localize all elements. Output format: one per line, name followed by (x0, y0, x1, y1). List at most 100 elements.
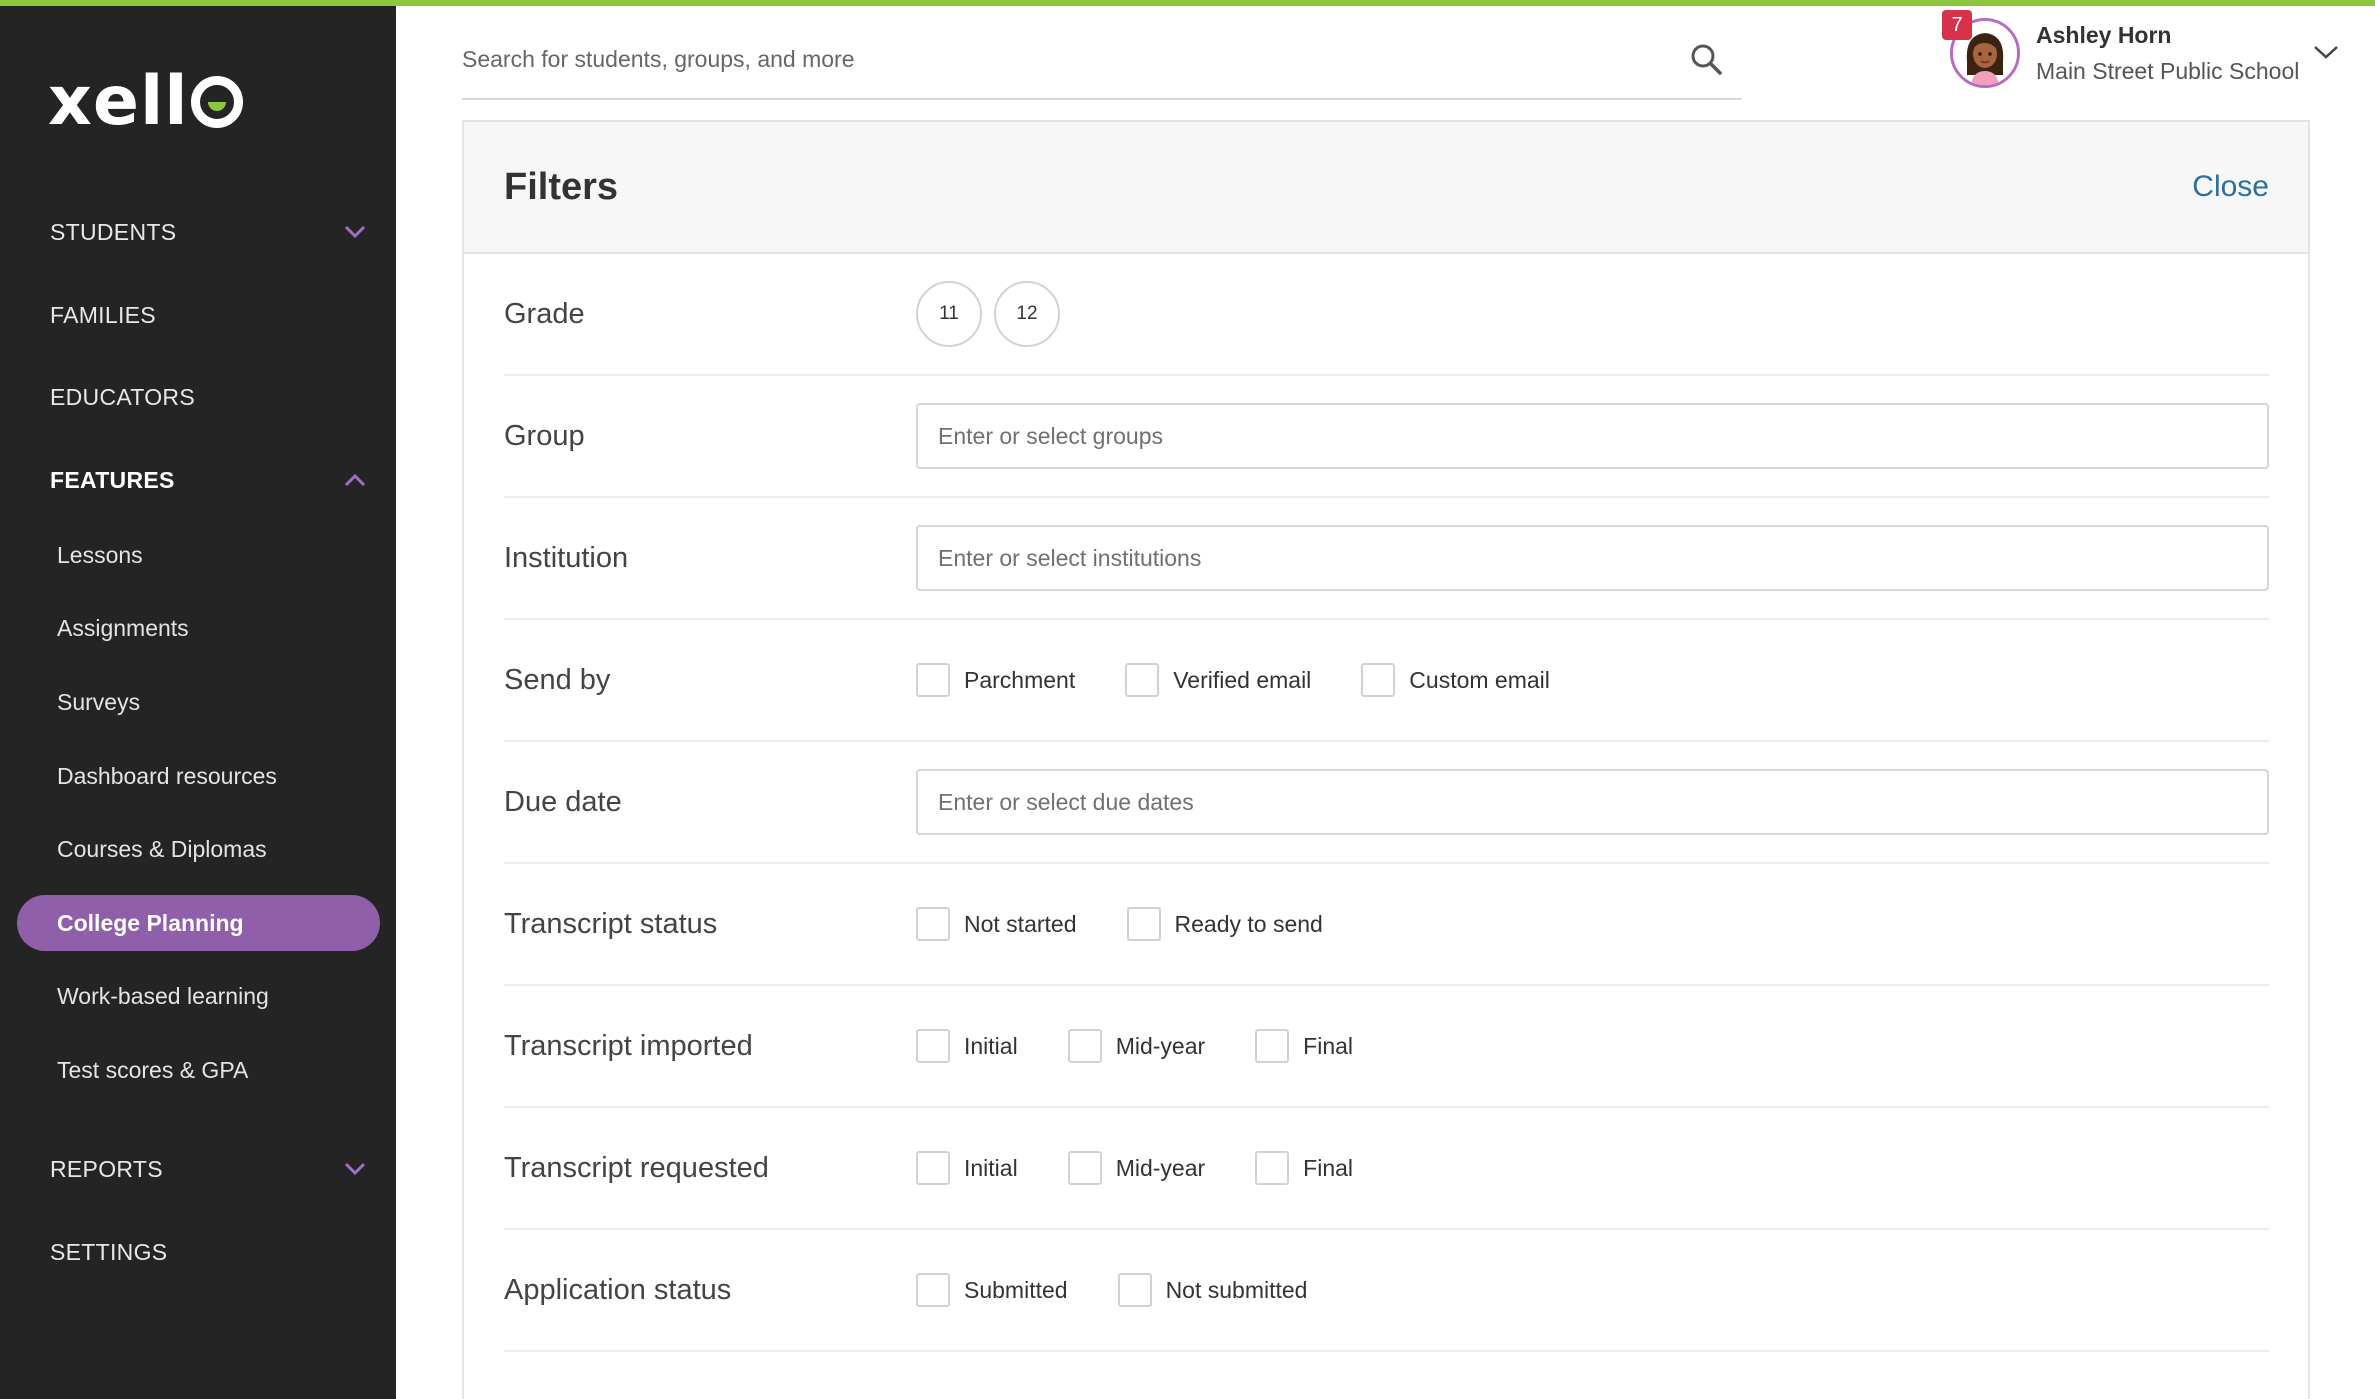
sidebar-item-lessons[interactable]: Lessons (17, 527, 380, 583)
checkbox-label: Not submitted (1165, 1276, 1308, 1303)
sidebar-item-label: Assignments (57, 614, 189, 641)
logo-o-icon (190, 76, 243, 128)
nav-settings-label: SETTINGS (50, 1238, 168, 1265)
notification-badge[interactable]: 7 (1942, 10, 1972, 40)
checkbox-box[interactable] (1117, 1273, 1152, 1307)
checkbox-not-submitted[interactable]: Not submitted (1117, 1273, 1308, 1307)
checkbox-box[interactable] (916, 1273, 950, 1307)
filter-label: Due date (504, 785, 622, 818)
filter-label: Group (504, 419, 585, 452)
sidebar-item-work-based-learning[interactable]: Work-based learning (17, 968, 380, 1024)
checkbox-imported-initial[interactable]: Initial (916, 1029, 1018, 1063)
sidebar-item-surveys[interactable]: Surveys (17, 674, 380, 730)
filter-label: Transcript requested (504, 1151, 769, 1184)
filter-label: Transcript imported (504, 1029, 753, 1062)
top-accent-bar (0, 0, 2375, 6)
filter-row-transcript-requested: Transcript requested Initial Mid-year Fi… (504, 1108, 2269, 1230)
institution-select (916, 525, 2269, 591)
sidebar-item-college-planning[interactable]: College Planning (17, 895, 380, 951)
nav-students-label: STUDENTS (50, 218, 177, 245)
sidebar-item-label: Dashboard resources (57, 762, 277, 789)
filters-title: Filters (504, 165, 619, 208)
close-button[interactable]: Close (2192, 170, 2269, 204)
checkbox-imported-final[interactable]: Final (1255, 1029, 1353, 1063)
checkbox-label: Parchment (964, 666, 1076, 693)
checkbox-box[interactable] (1067, 1151, 1102, 1185)
nav-students[interactable]: STUDENTS (50, 212, 366, 252)
nav-families-label: FAMILIES (50, 301, 156, 328)
checkbox-parchment[interactable]: Parchment (916, 663, 1075, 697)
checkbox-requested-mid-year[interactable]: Mid-year (1067, 1151, 1206, 1185)
checkbox-requested-initial[interactable]: Initial (916, 1151, 1018, 1185)
checkbox-submitted[interactable]: Submitted (916, 1273, 1068, 1307)
chevron-down-icon[interactable] (2312, 42, 2340, 62)
filter-label: Institution (504, 541, 629, 574)
checkbox-label: Verified email (1173, 666, 1312, 693)
checkbox-box[interactable] (1361, 663, 1396, 697)
checkbox-box[interactable] (916, 1151, 950, 1185)
checkbox-box[interactable] (916, 907, 950, 941)
checkbox-custom-email[interactable]: Custom email (1361, 663, 1550, 697)
checkbox-box[interactable] (1255, 1151, 1290, 1185)
filter-row-due-date: Due date (504, 742, 2269, 864)
checkbox-label: Initial (964, 1032, 1018, 1059)
checkbox-not-started[interactable]: Not started (916, 907, 1077, 941)
checkbox-box[interactable] (1125, 663, 1160, 697)
user-school: Main Street Public School (2036, 58, 2300, 84)
sidebar-item-label: Courses & Diplomas (57, 835, 267, 862)
checkbox-label: Custom email (1409, 666, 1550, 693)
checkbox-imported-mid-year[interactable]: Mid-year (1067, 1029, 1206, 1063)
checkbox-requested-final[interactable]: Final (1255, 1151, 1353, 1185)
sidebar: xell STUDENTS FAMILIES EDUCATORS FEATURE… (0, 0, 396, 1399)
user-name: Ashley Horn (2036, 22, 2172, 48)
sidebar-item-test-scores-gpa[interactable]: Test scores & GPA (17, 1042, 380, 1098)
checkbox-label: Not started (964, 910, 1077, 937)
nav-educators[interactable]: EDUCATORS (50, 377, 366, 417)
checkbox-label: Mid-year (1115, 1154, 1206, 1181)
global-search (462, 20, 1742, 100)
checkbox-box[interactable] (1067, 1029, 1102, 1063)
grade-option-12[interactable]: 12 (994, 281, 1060, 347)
filters-panel: Filters Close Grade 11 12 Group Institut… (462, 120, 2310, 1399)
sidebar-item-label: Lessons (57, 541, 143, 568)
checkbox-label: Final (1303, 1154, 1354, 1181)
chevron-up-icon (344, 469, 366, 491)
user-menu[interactable]: 7 Ashley Horn Main Street Public School (1942, 10, 2350, 90)
sidebar-item-label: College Planning (57, 909, 244, 936)
filter-row-transcript-status: Transcript status Not started Ready to s… (504, 864, 2269, 986)
sidebar-item-assignments[interactable]: Assignments (17, 600, 380, 656)
checkbox-ready-to-send[interactable]: Ready to send (1126, 907, 1323, 941)
filter-label: Send by (504, 663, 611, 696)
sidebar-item-label: Surveys (57, 688, 141, 715)
filter-row-send-by: Send by Parchment Verified email Custom … (504, 620, 2269, 742)
search-icon[interactable] (1688, 41, 1724, 77)
due-date-select (916, 769, 2269, 835)
filter-row-grade: Grade 11 12 (504, 254, 2269, 376)
checkbox-box[interactable] (1126, 907, 1161, 941)
checkbox-label: Final (1303, 1032, 1354, 1059)
checkbox-box[interactable] (916, 663, 950, 697)
search-input[interactable] (462, 29, 1688, 89)
checkbox-label: Initial (964, 1154, 1018, 1181)
sidebar-item-dashboard-resources[interactable]: Dashboard resources (17, 748, 380, 804)
nav-features[interactable]: FEATURES (50, 460, 366, 500)
nav-families[interactable]: FAMILIES (50, 295, 366, 335)
checkbox-box[interactable] (916, 1029, 950, 1063)
xello-logo[interactable]: xell (48, 62, 243, 141)
group-select (916, 403, 2269, 469)
sidebar-item-label: Work-based learning (57, 982, 269, 1009)
sidebar-item-courses-diplomas[interactable]: Courses & Diplomas (17, 821, 380, 877)
checkbox-label: Mid-year (1115, 1032, 1206, 1059)
checkbox-label: Ready to send (1174, 910, 1323, 937)
nav-reports[interactable]: REPORTS (50, 1149, 366, 1189)
grade-option-11[interactable]: 11 (916, 281, 982, 347)
group-input[interactable] (938, 422, 2267, 450)
checkbox-box[interactable] (1255, 1029, 1290, 1063)
nav-settings[interactable]: SETTINGS (50, 1232, 366, 1272)
filters-header: Filters Close (464, 122, 2308, 254)
nav-reports-label: REPORTS (50, 1155, 163, 1182)
chevron-down-icon (344, 1158, 366, 1180)
due-date-input[interactable] (938, 788, 2267, 816)
institution-input[interactable] (938, 544, 2267, 572)
checkbox-verified-email[interactable]: Verified email (1125, 663, 1311, 697)
